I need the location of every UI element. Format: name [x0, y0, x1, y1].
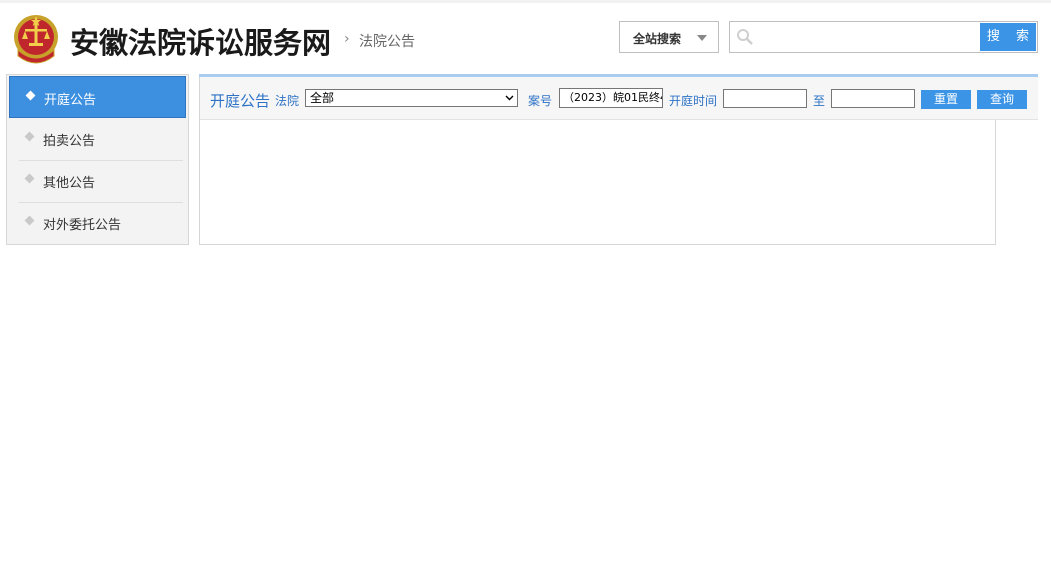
sidebar-item-label: 其他公告	[43, 176, 96, 191]
search-icon	[737, 29, 753, 45]
chevron-down-icon	[505, 95, 514, 101]
breadcrumb-chevron-icon: ›	[344, 31, 350, 47]
reset-button[interactable]: 重置	[921, 90, 971, 109]
filter-bar: 开庭公告 法院 全部 案号 （2023）皖01民终4 开庭时间 至 重置 查询	[200, 77, 1038, 120]
hearing-date-label: 开庭时间	[669, 94, 718, 108]
sidebar: 开庭公告 拍卖公告 其他公告 对外委托公告	[6, 74, 189, 245]
sidebar-item-auction-notice[interactable]: 拍卖公告	[9, 118, 186, 160]
results-area	[200, 121, 995, 244]
date-to-input[interactable]	[831, 89, 915, 108]
search-input[interactable]	[758, 25, 978, 49]
site-title[interactable]: 安徽法院诉讼服务网	[70, 20, 331, 62]
breadcrumb[interactable]: 法院公告	[359, 31, 415, 51]
sidebar-item-court-notice[interactable]: 开庭公告	[9, 76, 186, 118]
search-button[interactable]: 搜 索	[980, 23, 1036, 51]
sidebar-item-other-notice[interactable]: 其他公告	[9, 160, 186, 202]
diamond-bullet-icon	[24, 173, 35, 184]
court-select[interactable]: 全部	[305, 89, 518, 107]
chevron-down-icon	[697, 35, 707, 41]
search-scope-select[interactable]: 全站搜索	[619, 21, 719, 53]
court-emblem-icon[interactable]	[12, 10, 60, 66]
court-label: 法院	[275, 94, 300, 108]
sidebar-item-label: 开庭公告	[44, 93, 97, 108]
date-to-label: 至	[813, 94, 826, 108]
sidebar-item-entrust-notice[interactable]: 对外委托公告	[9, 202, 186, 244]
site-header: 安徽法院诉讼服务网 › 法院公告 全站搜索 搜 索	[0, 3, 1051, 69]
sidebar-item-label: 对外委托公告	[43, 218, 122, 233]
case-number-label: 案号	[528, 94, 553, 108]
diamond-bullet-icon	[25, 90, 36, 101]
court-select-value: 全部	[310, 91, 335, 105]
diamond-bullet-icon	[24, 131, 35, 142]
sidebar-item-label: 拍卖公告	[43, 134, 96, 149]
diamond-bullet-icon	[24, 215, 35, 226]
section-title: 开庭公告	[210, 92, 271, 110]
case-number-input[interactable]: （2023）皖01民终4	[559, 88, 663, 108]
date-from-input[interactable]	[723, 89, 807, 108]
search-scope-label: 全站搜索	[633, 32, 682, 46]
query-button[interactable]: 查询	[977, 90, 1027, 109]
